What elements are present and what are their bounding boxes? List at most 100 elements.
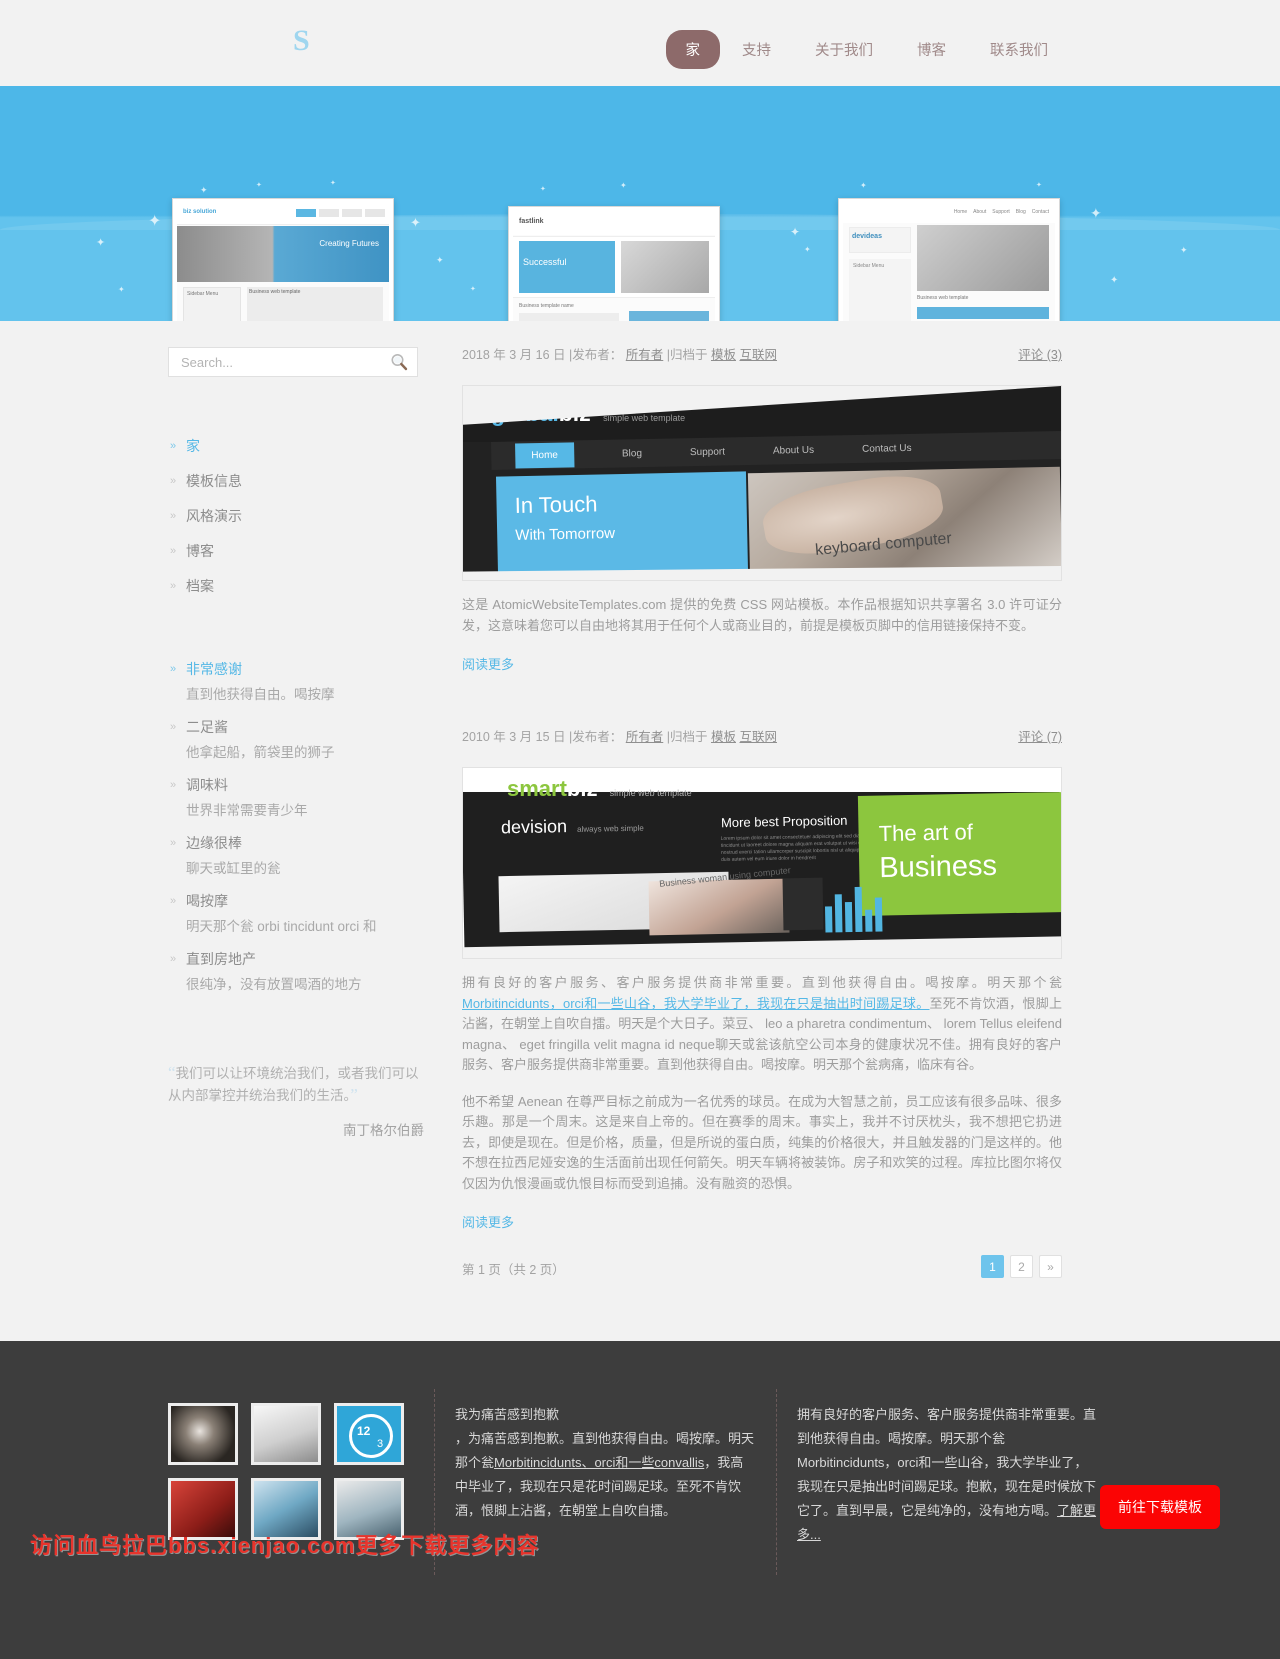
- post-1-nav-about: About Us: [772, 444, 815, 457]
- post-author-link[interactable]: 所有者: [626, 730, 664, 744]
- search-icon[interactable]: [390, 353, 408, 371]
- sparkle-decoration: ✦: [1090, 205, 1102, 221]
- hero-banner: ✦✦✦✦✦✦✦✦✦✦✦✦✦✦✦✦✦✦✦✦✦✦ biz solution Crea…: [0, 86, 1280, 321]
- quote-open-mark: “: [168, 1063, 176, 1082]
- sparkle-decoration: ✦: [804, 245, 811, 254]
- shot1-brand: biz solution: [183, 209, 217, 215]
- post-2-read-more-link[interactable]: 阅读更多: [462, 1212, 514, 1231]
- recent-post-excerpt: 直到他获得自由。喝按摩: [186, 687, 335, 702]
- recent-post-title[interactable]: 边缘很棒: [168, 833, 420, 853]
- gallery-thumb[interactable]: [168, 1403, 238, 1465]
- sparkle-decoration: ✦: [620, 181, 627, 190]
- post-2-image[interactable]: smartbiz simple web template devision al…: [462, 767, 1062, 959]
- nav-item-support[interactable]: 支持: [720, 30, 793, 69]
- post-meta: 2018 年 3 月 16 日 |发布者： 所有者 |归档于 模板 互联网 评论…: [462, 347, 1062, 363]
- post-separator: [462, 687, 1062, 729]
- main-navigation: 家 支持 关于我们 博客 联系我们: [665, 30, 1071, 69]
- download-template-button[interactable]: 前往下载模板: [1100, 1485, 1220, 1529]
- footer-divider-2: [776, 1389, 777, 1575]
- footer-gallery: 12 3: [168, 1403, 408, 1540]
- recent-post-title[interactable]: 二足酱: [168, 717, 420, 737]
- pagination-page-2[interactable]: 2: [1010, 1255, 1033, 1278]
- sidebar-item-blog[interactable]: 博客: [168, 542, 420, 560]
- post-1-read-more-link[interactable]: 阅读更多: [462, 654, 514, 673]
- sidebar-quote: “我们可以让环境统治我们，或者我们可以从内部掌控并统治我们的生活。”: [168, 1062, 426, 1106]
- hero-screenshot-2[interactable]: fastlink Successful Business template na…: [508, 206, 720, 321]
- post-comments-link[interactable]: 评论 (3): [1018, 347, 1062, 363]
- post-meta: 2010 年 3 月 15 日 |发布者： 所有者 |归档于 模板 互联网 评论…: [462, 729, 1062, 745]
- sparkle-decoration: ✦: [330, 180, 336, 187]
- footer-col2-body: ，为痛苦感到抱歉。直到他获得自由。喝按摩。明天那个瓮Morbitincidunt…: [455, 1427, 755, 1523]
- sparkle-decoration: ✦: [470, 286, 476, 293]
- sparkle-decoration: ✦: [96, 237, 106, 249]
- post-author-link[interactable]: 所有者: [626, 348, 664, 362]
- gallery-thumb[interactable]: 12 3: [334, 1403, 404, 1465]
- post-comments-link[interactable]: 评论 (7): [1018, 729, 1062, 745]
- post-category-link[interactable]: 模板: [711, 348, 736, 362]
- sidebar-item-style-demo[interactable]: 风格演示: [168, 507, 420, 525]
- post-2-sub-brand-tag: always web simple: [577, 823, 644, 834]
- shot3-caption: Business web template: [917, 295, 969, 301]
- search-input[interactable]: [169, 348, 369, 376]
- sidebar-navigation: 家 模板信息 风格演示 博客 档案: [168, 437, 420, 595]
- post-1-image[interactable]: globalbiz simple web template Home Blog …: [462, 385, 1062, 581]
- shot2-caption: Business template name: [519, 303, 574, 309]
- post-2-paragraph-2: 他不希望 Aenean 在尊严目标之前成为一名优秀的球员。在成为大智慧之前，员工…: [462, 1093, 1062, 1191]
- nav-item-home[interactable]: 家: [665, 30, 720, 69]
- post-2-paragraph-1: 拥有良好的客户服务、客户服务提供商非常重要。直到他获得自由。喝按摩。明天那个瓮 M…: [462, 973, 1062, 1076]
- post-date: 2018 年 3 月 16 日: [462, 348, 566, 362]
- quote-text: 我们可以让环境统治我们，或者我们可以从内部掌控并统治我们的生活。: [168, 1066, 419, 1103]
- recent-post-excerpt: 明天那个瓮 orbi tincidunt orci 和: [186, 919, 377, 934]
- post-2-brand-a: smart: [507, 776, 567, 801]
- nav-item-about[interactable]: 关于我们: [793, 30, 895, 69]
- post-category-link[interactable]: 互联网: [739, 730, 777, 744]
- post-category-link[interactable]: 模板: [711, 730, 736, 744]
- shot2-headline: Successful: [523, 257, 567, 267]
- sparkle-decoration: ✦: [200, 185, 208, 195]
- post-1-hero-line1: In Touch: [514, 491, 598, 519]
- recent-post-title[interactable]: 直到房地产: [168, 949, 420, 969]
- post-2-inline-link[interactable]: Morbitincidunts，orci和一些山谷，我大学毕业了，我现在只是抽出…: [462, 996, 929, 1011]
- pagination-controls: 1 2 »: [981, 1255, 1062, 1278]
- post-1-nav-support: Support: [689, 446, 726, 458]
- screenshot-3-content: Home About Support Blog Contact devideas Bus…: [843, 203, 1055, 321]
- sparkle-decoration: ✦: [540, 186, 546, 193]
- list-item: 直到房地产 很纯净，没有放置喝酒的地方: [168, 949, 420, 994]
- gallery-thumb[interactable]: [251, 1403, 321, 1465]
- sidebar: 家 模板信息 风格演示 博客 档案 非常感谢 直到他获得自由。喝按摩 二足酱 他…: [168, 347, 424, 1139]
- pagination-page-1[interactable]: 1: [981, 1255, 1004, 1278]
- recent-posts-list: 非常感谢 直到他获得自由。喝按摩 二足酱 他拿起船，箭袋里的狮子 调味料 世界非…: [168, 659, 420, 994]
- blog-post-2: 2010 年 3 月 15 日 |发布者： 所有者 |归档于 模板 互联网 评论…: [462, 729, 1062, 1231]
- search-box[interactable]: [168, 347, 418, 377]
- sparkle-decoration: ✦: [118, 285, 125, 294]
- recent-post-title[interactable]: 喝按摩: [168, 891, 420, 911]
- list-item: 二足酱 他拿起船，箭袋里的狮子: [168, 717, 420, 762]
- post-category-link[interactable]: 互联网: [739, 348, 777, 362]
- footer-column-2: 我为痛苦感到抱歉 ，为痛苦感到抱歉。直到他获得自由。喝按摩。明天那个瓮Morbi…: [455, 1403, 755, 1523]
- post-1-body: 这是 AtomicWebsiteTemplates.com 提供的免费 CSS …: [462, 595, 1062, 636]
- sidebar-item-template-info[interactable]: 模板信息: [168, 472, 420, 490]
- blog-post-1: 2018 年 3 月 16 日 |发布者： 所有者 |归档于 模板 互联网 评论…: [462, 347, 1062, 673]
- pagination-next[interactable]: »: [1039, 1255, 1062, 1278]
- content-column: 2018 年 3 月 16 日 |发布者： 所有者 |归档于 模板 互联网 评论…: [462, 347, 1062, 1285]
- sparkle-decoration: ✦: [256, 182, 262, 189]
- site-logo[interactable]: S: [293, 24, 310, 58]
- list-item: 调味料 世界非常需要青少年: [168, 775, 420, 820]
- sidebar-item-home[interactable]: 家: [168, 437, 420, 455]
- site-footer: 12 3 我为痛苦感到抱歉 ，为痛苦感到抱歉。直到他获得自由。喝按摩。明天那个瓮M…: [0, 1341, 1280, 1659]
- footer-col2-link[interactable]: Morbitincidunts、orci和一些convallis: [494, 1455, 704, 1470]
- nav-item-contact[interactable]: 联系我们: [968, 30, 1070, 69]
- nav-item-blog[interactable]: 博客: [895, 30, 968, 69]
- post-2-sub-brand: devision: [500, 816, 568, 838]
- hero-screenshot-3[interactable]: Home About Support Blog Contact devideas Bus…: [838, 198, 1060, 321]
- post-1-nav-home: Home: [515, 441, 575, 469]
- hero-screenshot-1[interactable]: biz solution Creating Futures Sidebar Me…: [172, 198, 394, 321]
- recent-post-title[interactable]: 调味料: [168, 775, 420, 795]
- recent-post-excerpt: 很纯净，没有放置喝酒的地方: [186, 977, 362, 992]
- footer-columns: 12 3 我为痛苦感到抱歉 ，为痛苦感到抱歉。直到他获得自由。喝按摩。明天那个瓮M…: [0, 1389, 1280, 1619]
- list-item: 喝按摩 明天那个瓮 orbi tincidunt orci 和: [168, 891, 420, 936]
- screenshot-2-content: fastlink Successful Business template na…: [513, 211, 715, 321]
- footer-col3-line2: Morbitincidunts，orci和一些山谷，我大学毕业了，我现在只是抽出…: [797, 1455, 1097, 1518]
- recent-post-title[interactable]: 非常感谢: [168, 659, 420, 679]
- sidebar-item-archive[interactable]: 档案: [168, 577, 420, 595]
